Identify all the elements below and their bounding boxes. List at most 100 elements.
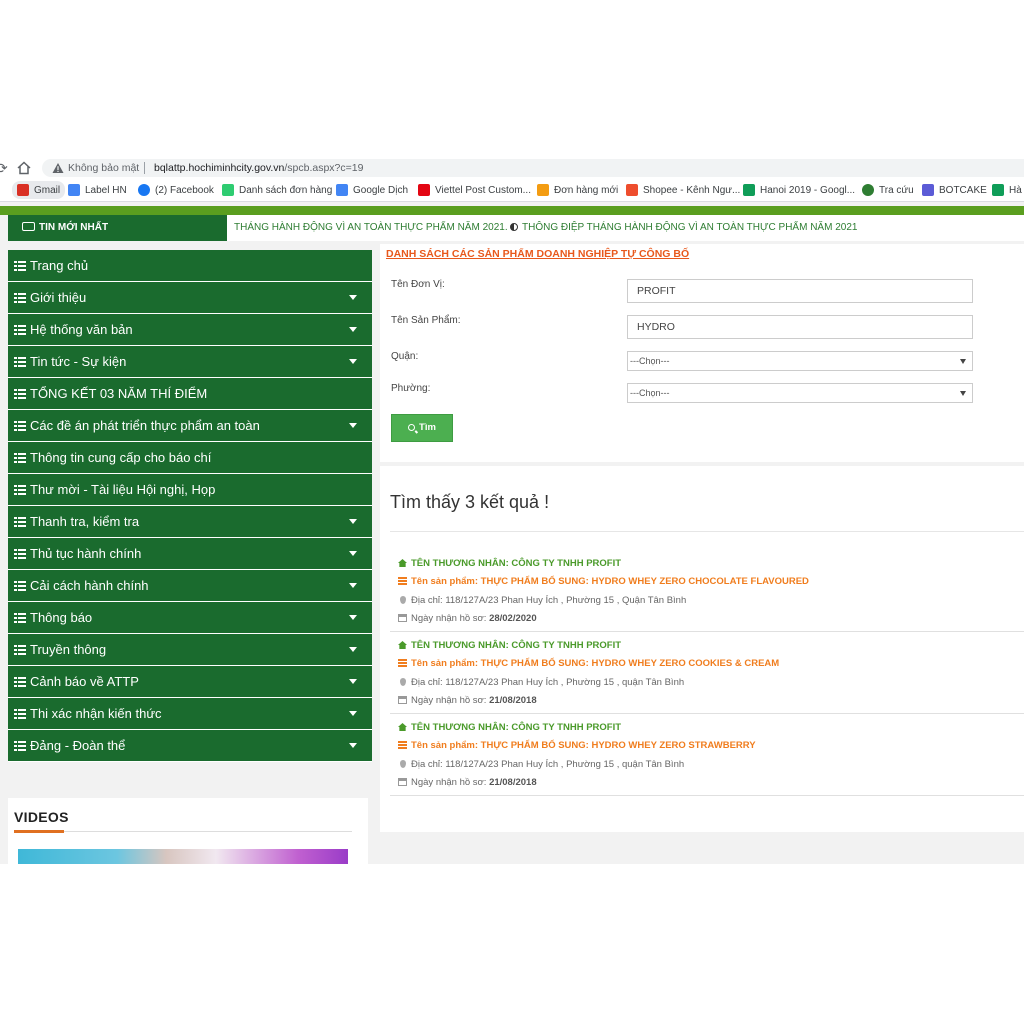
ticker-tag: TIN MỚI NHẤT xyxy=(8,215,227,241)
list-icon xyxy=(14,709,26,719)
ward-select[interactable]: ---Chọn--- xyxy=(627,383,973,403)
sidebar-item[interactable]: Các đề án phát triển thực phẩm an toàn xyxy=(8,410,372,442)
product-text: Tên sản phẩm: THỰC PHẨM BỔ SUNG: HYDRO W… xyxy=(411,658,780,669)
merchant-name[interactable]: TÊN THƯƠNG NHÂN: CÔNG TY TNHH PROFIT xyxy=(398,558,621,569)
sidebar-item[interactable]: Truyền thông xyxy=(8,634,372,666)
search-button-label: Tìm xyxy=(419,422,436,433)
lookup-icon xyxy=(862,184,874,196)
sidebar-item[interactable]: Giới thiệu xyxy=(8,282,372,314)
ticker-item[interactable]: THÔNG ĐIỆP THÁNG HÀNH ĐỘNG VÌ AN TOÀN TH… xyxy=(510,215,857,241)
insecure-label[interactable]: Không bảo mật xyxy=(68,159,139,177)
sidebar-item[interactable]: Trang chủ xyxy=(8,250,372,282)
bookmark-item[interactable]: Hanoi 2019 - Googl... xyxy=(743,182,855,198)
bookmark-item[interactable]: (2) Facebook xyxy=(138,182,214,198)
sidebar-item[interactable]: Đảng - Đoàn thể xyxy=(8,730,372,762)
sidebar-item[interactable]: Thủ tục hành chính xyxy=(8,538,372,570)
caret-down-icon[interactable] xyxy=(349,519,357,524)
search-button[interactable]: Tìm xyxy=(391,414,453,442)
list-icon xyxy=(14,549,26,559)
bookmark-label: Viettel Post Custom... xyxy=(435,184,531,196)
panel-title[interactable]: DANH SÁCH CÁC SẢN PHẨM DOANH NGHIỆP TỰ C… xyxy=(386,248,689,260)
caret-down-icon[interactable] xyxy=(349,647,357,652)
dropdown-arrow-icon xyxy=(960,391,966,396)
sidebar-item[interactable]: Cảnh báo về ATTP xyxy=(8,666,372,698)
merchant-name[interactable]: TÊN THƯƠNG NHÂN: CÔNG TY TNHH PROFIT xyxy=(398,722,621,733)
result-item[interactable]: TÊN THƯƠNG NHÂN: CÔNG TY TNHH PROFIT Tên … xyxy=(390,714,1024,796)
product-text: Tên sản phẩm: THỰC PHẨM BỔ SUNG: HYDRO W… xyxy=(411,576,809,587)
back-arrow-icon[interactable]: ⟳ xyxy=(0,158,8,178)
caret-down-icon[interactable] xyxy=(349,295,357,300)
sidebar-item[interactable]: Thông tin cung cấp cho báo chí xyxy=(8,442,372,474)
sidebar-item[interactable]: Thư mời - Tài liệu Hội nghị, Họp xyxy=(8,474,372,506)
caret-down-icon[interactable] xyxy=(349,423,357,428)
bookmark-item[interactable]: Danh sách đơn hàng xyxy=(222,182,332,198)
url-host: bqlattp.hochiminhcity.gov.vn xyxy=(154,162,285,174)
bookmark-item[interactable]: Viettel Post Custom... xyxy=(418,182,531,198)
sidebar-item-label: Thư mời - Tài liệu Hội nghị, Họp xyxy=(30,482,216,497)
product-input[interactable]: HYDRO xyxy=(627,315,973,339)
calendar-icon xyxy=(398,696,407,704)
warning-icon[interactable] xyxy=(52,162,64,174)
bookmark-item[interactable]: Google Dịch xyxy=(336,182,408,198)
caret-down-icon[interactable] xyxy=(349,583,357,588)
caret-down-icon[interactable] xyxy=(349,615,357,620)
ticker-tag-label: TIN MỚI NHẤT xyxy=(39,222,109,233)
sidebar-item-label: TỔNG KẾT 03 NĂM THÍ ĐIỂM xyxy=(30,386,208,401)
sidebar-item[interactable]: TỔNG KẾT 03 NĂM THÍ ĐIỂM xyxy=(8,378,372,410)
product-name[interactable]: Tên sản phẩm: THỰC PHẨM BỔ SUNG: HYDRO W… xyxy=(398,658,779,669)
bookmark-label: Shopee - Kênh Ngư... xyxy=(643,184,741,196)
caret-down-icon[interactable] xyxy=(349,551,357,556)
sidebar-item-label: Các đề án phát triển thực phẩm an toàn xyxy=(30,418,260,433)
list-icon xyxy=(14,581,26,591)
home-icon[interactable] xyxy=(16,160,32,176)
sidebar-item[interactable]: Tin tức - Sự kiện xyxy=(8,346,372,378)
sidebar-item-label: Cải cách hành chính xyxy=(30,578,149,593)
caret-down-icon[interactable] xyxy=(349,743,357,748)
address: Địa chỉ: 118/127A/23 Phan Huy Ích , Phườ… xyxy=(398,759,684,770)
bookmark-item[interactable]: Tra cứu xyxy=(862,182,914,198)
bookmark-item[interactable]: Đơn hàng mới xyxy=(537,182,618,198)
product-name[interactable]: Tên sản phẩm: THỰC PHẨM BỔ SUNG: HYDRO W… xyxy=(398,740,756,751)
shopee-icon xyxy=(626,184,638,196)
url-text[interactable]: bqlattp.hochiminhcity.gov.vn/spcb.aspx?c… xyxy=(154,159,363,177)
home-icon xyxy=(398,723,407,731)
bookmark-label: (2) Facebook xyxy=(155,184,214,196)
district-select[interactable]: ---Chọn--- xyxy=(627,351,973,371)
caret-down-icon[interactable] xyxy=(349,327,357,332)
caret-down-icon[interactable] xyxy=(349,359,357,364)
sidebar-item[interactable]: Hệ thống văn bản xyxy=(8,314,372,346)
search-panel: DANH SÁCH CÁC SẢN PHẨM DOANH NGHIỆP TỰ C… xyxy=(380,244,1024,462)
address: Địa chỉ: 118/127A/23 Phan Huy Ích , Phườ… xyxy=(398,595,686,606)
map-marker-icon xyxy=(400,760,406,768)
result-item[interactable]: TÊN THƯƠNG NHÂN: CÔNG TY TNHH PROFIT Tên … xyxy=(390,632,1024,714)
address-bar[interactable]: Không bảo mật bqlattp.hochiminhcity.gov.… xyxy=(42,159,1024,177)
ticker-item[interactable]: THÁNG HÀNH ĐỘNG VÌ AN TOÀN THỰC PHẨM NĂM… xyxy=(234,215,508,241)
bookmark-item[interactable]: BOTCAKE xyxy=(922,182,987,198)
sidebar-item[interactable]: Cải cách hành chính xyxy=(8,570,372,602)
address-text: Địa chỉ: 118/127A/23 Phan Huy Ích , Phườ… xyxy=(411,677,685,688)
list-icon xyxy=(14,293,26,303)
videos-title: VIDEOS xyxy=(14,809,69,825)
ticker-item-label: THÔNG ĐIỆP THÁNG HÀNH ĐỘNG VÌ AN TOÀN TH… xyxy=(522,222,858,233)
caret-down-icon[interactable] xyxy=(349,679,357,684)
sidebar-item[interactable]: Thông báo xyxy=(8,602,372,634)
bookmark-item[interactable]: Gmail xyxy=(12,181,66,199)
bookmark-label: Gmail xyxy=(34,184,61,196)
bookmark-item[interactable]: Label HN xyxy=(68,182,127,198)
sidebar-item-label: Hệ thống văn bản xyxy=(30,322,133,337)
results-divider xyxy=(390,531,1024,532)
results-summary: Tìm thấy 3 kết quả ! xyxy=(390,492,550,512)
bookmark-item[interactable]: Shopee - Kênh Ngư... xyxy=(626,182,740,198)
bookmark-label: BOTCAKE xyxy=(939,184,987,196)
result-item[interactable]: TÊN THƯƠNG NHÂN: CÔNG TY TNHH PROFIT Tên … xyxy=(390,550,1024,632)
caret-down-icon[interactable] xyxy=(349,711,357,716)
sidebar-item[interactable]: Thi xác nhận kiến thức xyxy=(8,698,372,730)
product-name[interactable]: Tên sản phẩm: THỰC PHẨM BỔ SUNG: HYDRO W… xyxy=(398,576,809,587)
bookmark-label: Google Dịch xyxy=(353,184,409,196)
list-icon xyxy=(14,261,26,271)
unit-input[interactable]: PROFIT xyxy=(627,279,973,303)
sidebar-item[interactable]: Thanh tra, kiểm tra xyxy=(8,506,372,538)
video-thumbnail[interactable] xyxy=(18,849,348,864)
merchant-name[interactable]: TÊN THƯƠNG NHÂN: CÔNG TY TNHH PROFIT xyxy=(398,640,621,651)
bookmark-item[interactable]: Hà xyxy=(992,182,1022,198)
